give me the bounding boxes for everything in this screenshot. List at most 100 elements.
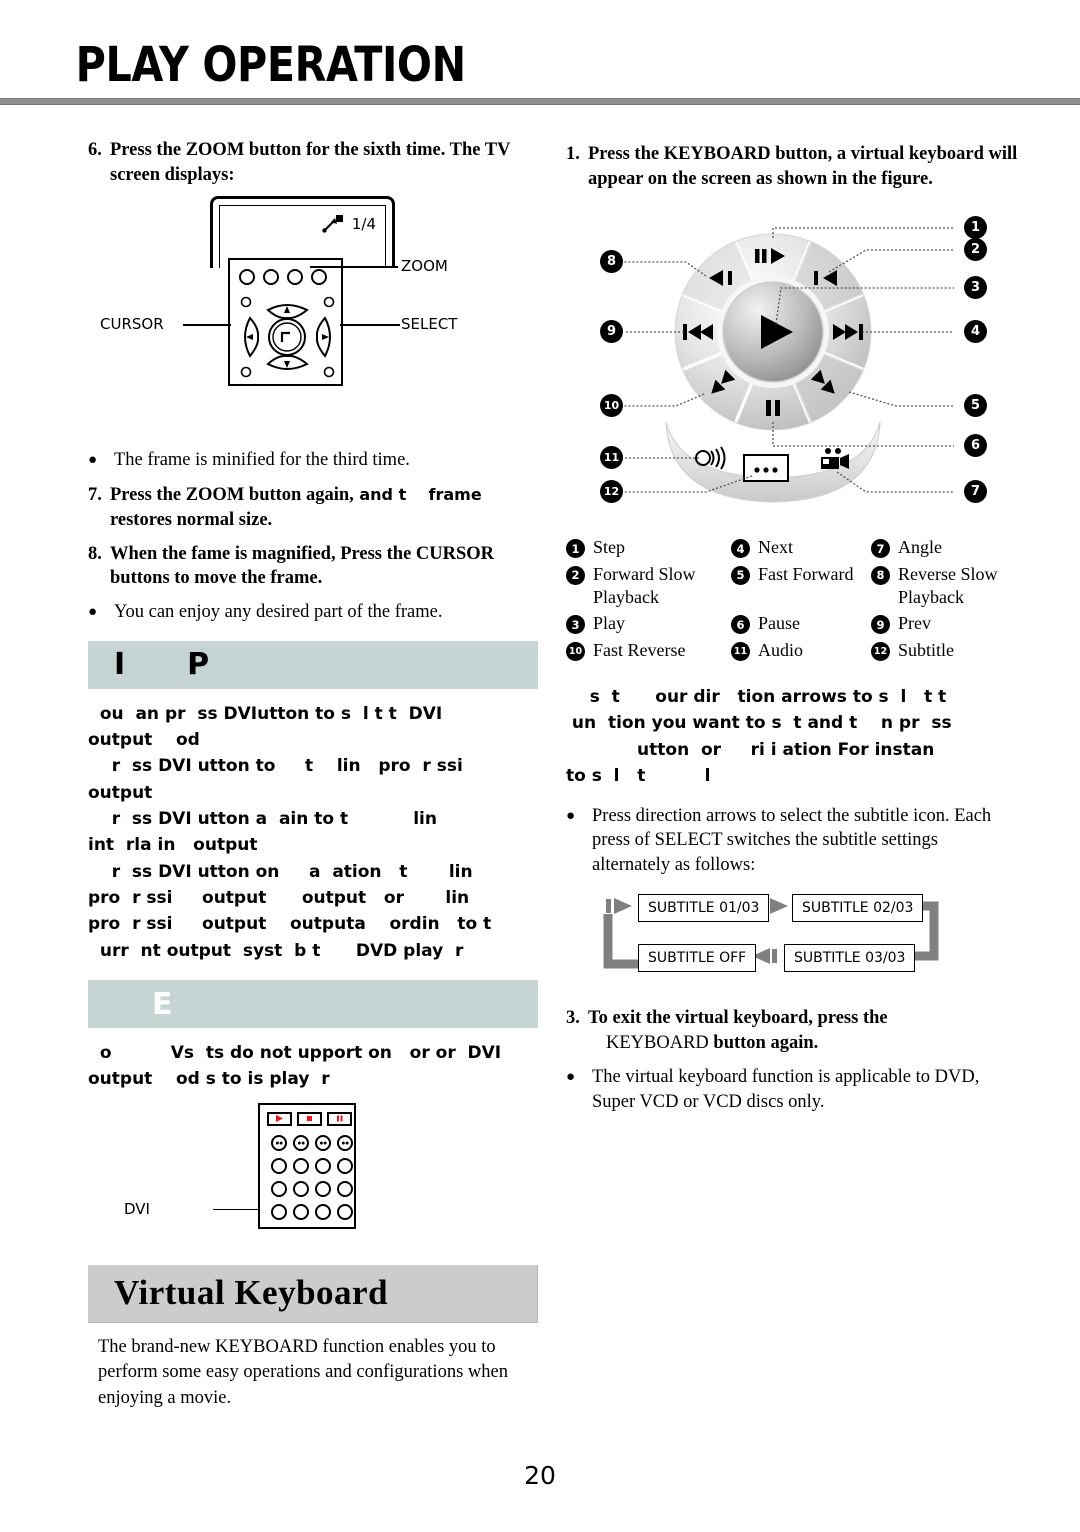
legend-item: 12 Subtitle — [871, 639, 1018, 662]
step-8-number: 8. — [88, 543, 102, 564]
legend-item: 4 Next — [731, 536, 871, 559]
wheel-graphic — [624, 227, 954, 503]
label-cursor: CURSOR — [100, 315, 164, 334]
step-7-text: Press the ZOOM button again, — [110, 485, 354, 506]
legend-badge: 7 — [871, 539, 890, 559]
step-1-number: 1. — [566, 144, 580, 164]
keypad-dots-icon: ●● — [297, 1138, 305, 1147]
remote-button-2 — [263, 269, 279, 286]
dvi-keypad-grid: ●● ●● ●● ●● — [268, 1132, 356, 1224]
dvi-leader-line — [213, 1208, 259, 1211]
zoom-leader-line — [310, 266, 398, 268]
select-leader-line — [340, 324, 400, 326]
bullet-minified-text: The frame is minified for the third time… — [114, 450, 410, 471]
dvi-remote-body: ●● ●● ●● ●● — [258, 1102, 356, 1229]
remote-button-1 — [239, 269, 255, 286]
note-body-text: o Vs ts do not upport on or or DVI outpu… — [88, 1043, 502, 1090]
page-number: 20 — [524, 1461, 556, 1490]
keypad-dots-icon: ●● — [319, 1138, 327, 1147]
left-column: 6. Press the ZOOM button for the sixth t… — [88, 138, 538, 1411]
step-1: 1. Press the KEYBOARD button, a virtual … — [566, 142, 1018, 191]
legend-badge: 11 — [731, 641, 750, 661]
section-bar-glyph-left: I — [114, 647, 126, 683]
step-3: 3. To exit the virtual keyboard, press t… — [566, 1006, 1018, 1055]
legend-label: Step — [593, 537, 626, 558]
step-3-text: To exit the virtual keyboard, press the — [588, 1008, 888, 1029]
legend-label: Angle — [898, 537, 942, 558]
legend-badge: 4 — [731, 539, 750, 559]
legend-badge: 1 — [566, 539, 585, 559]
keypad-button — [293, 1158, 309, 1175]
keypad-button — [271, 1158, 287, 1175]
manual-page: PLAY OPERATION 6. Press the ZOOM button … — [0, 0, 1080, 1532]
page-header: PLAY OPERATION — [0, 40, 1080, 106]
legend-label: Reverse Slow Playback — [898, 563, 998, 607]
keypad-button — [293, 1181, 309, 1198]
legend-item: 1 Step — [566, 536, 731, 559]
legend-item: 9 Prev — [871, 612, 1018, 635]
header-divider — [0, 98, 1080, 106]
legend-label: Subtitle — [898, 639, 955, 660]
step-6-text: Press the ZOOM button for the sixth time… — [110, 140, 511, 185]
section-bar-note-glyph: E — [152, 986, 173, 1022]
keypad-button — [337, 1181, 353, 1198]
legend-label: Play — [593, 613, 626, 634]
step-7-faded-text: and t frame — [353, 485, 482, 505]
keypad-button — [337, 1204, 353, 1221]
keypad-button — [337, 1158, 353, 1175]
remote-control-body — [228, 258, 343, 387]
legend-badge: 8 — [871, 565, 890, 585]
section-bar-note: E — [88, 980, 538, 1029]
zoom-arrow-icon — [322, 215, 344, 233]
step-7-number: 7. — [88, 485, 102, 506]
bullet-dot-icon: ● — [88, 603, 98, 620]
keypad-button — [315, 1158, 331, 1175]
legend-label: Fast Forward — [758, 563, 854, 584]
keypad-dots-icon: ●● — [341, 1138, 349, 1147]
legend-item: 3 Play — [566, 612, 731, 635]
legend-badge: 10 — [566, 641, 585, 661]
keypad-button: ●● — [271, 1135, 287, 1152]
play-key-icon — [267, 1111, 292, 1126]
virtual-keyboard-figure: 1 2 3 4 5 6 7 8 9 10 11 12 — [566, 200, 1018, 520]
remote-button-4 — [311, 269, 327, 286]
keypad-button — [271, 1181, 287, 1198]
legend-item: 6 Pause — [731, 612, 871, 635]
legend-badge: 9 — [871, 615, 890, 635]
pause-key-icon — [327, 1111, 352, 1126]
step-3-keyboard-label: KEYBOARD — [606, 1033, 709, 1054]
legend-item: 11 Audio — [731, 639, 871, 662]
bullet-enjoy-text: You can enjoy any desired part of the fr… — [114, 601, 443, 622]
legend-label: Prev — [898, 613, 931, 634]
legend-item: 5 Fast Forward — [731, 563, 871, 610]
bullet-dot-icon: ● — [566, 1068, 576, 1085]
subtitle-box-3: SUBTITLE 03/03 — [784, 944, 916, 973]
subtitle-cycle-diagram: SUBTITLE 01/03 SUBTITLE 02/03 SUBTITLE 0… — [594, 888, 994, 984]
keypad-button — [293, 1204, 309, 1221]
bullet-frame-minified: ● The frame is minified for the third ti… — [88, 448, 538, 473]
bullet-applicable-text: The virtual keyboard function is applica… — [592, 1066, 980, 1112]
step-8-text: When the fame is magnified, Press the CU… — [110, 543, 495, 589]
step-7-text-line2: restores normal size. — [110, 509, 273, 530]
legend-label: Pause — [758, 613, 800, 634]
legend-badge: 3 — [566, 615, 585, 635]
bullet-subtitle-text: Press direction arrows to select the sub… — [592, 805, 992, 876]
zoom-indicator: 1/4 — [322, 215, 376, 233]
keypad-button — [315, 1181, 331, 1198]
subtitle-box-2: SUBTITLE 02/03 — [792, 894, 924, 923]
tv-screen-figure: 1/4 ZOOM SELECT CURSOR — [88, 196, 538, 441]
wheel-legend: 1 Step 4 Next 7 Angle 2 Forward Slow Pla… — [566, 536, 1018, 662]
bullet-enjoy: ● You can enjoy any desired part of the … — [88, 600, 538, 625]
section-bar-glyph-right: P — [187, 647, 210, 683]
zoom-button — [287, 269, 303, 286]
legend-badge: 5 — [731, 565, 750, 585]
label-dvi: DVI — [124, 1199, 150, 1218]
dvi-transport-row — [267, 1111, 352, 1126]
bullet-subtitle-instructions: ● Press direction arrows to select the s… — [566, 804, 1018, 879]
dvi-button — [271, 1204, 287, 1221]
label-select: SELECT — [401, 315, 458, 334]
dvi-remote-figure: ●● ●● ●● ●● DVI — [88, 1099, 538, 1249]
legend-badge: 6 — [731, 615, 750, 635]
legend-label: Fast Reverse — [593, 639, 686, 660]
virtual-keyboard-heading: Virtual Keyboard — [114, 1273, 389, 1313]
